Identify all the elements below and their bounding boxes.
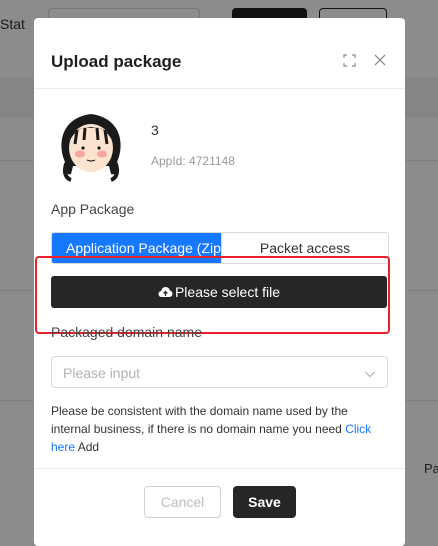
upload-package-modal: Upload package 3 AppId: 4721148 App Pack…	[34, 18, 405, 546]
app-id-value: 4721148	[189, 154, 235, 168]
help-text-body: Please be consistent with the domain nam…	[51, 404, 348, 436]
save-button[interactable]: Save	[233, 486, 296, 518]
help-text-suffix: Add	[77, 440, 100, 454]
header-divider	[34, 88, 405, 89]
select-file-label: Please select file	[174, 284, 281, 300]
footer-divider	[34, 468, 405, 469]
close-icon[interactable]	[372, 52, 388, 68]
cloud-upload-icon	[158, 286, 173, 298]
app-package-label: App Package	[51, 201, 135, 217]
domain-name-label: Packaged domain name	[51, 324, 202, 340]
cancel-button[interactable]: Cancel	[144, 486, 221, 518]
chevron-down-icon	[364, 367, 376, 379]
modal-title: Upload package	[51, 52, 182, 71]
app-avatar	[51, 104, 131, 184]
domain-help-text: Please be consistent with the domain nam…	[51, 402, 381, 456]
domain-select-placeholder: Please input	[63, 365, 141, 381]
domain-name-select[interactable]: Please input	[51, 356, 388, 388]
cartoon-girl-avatar-icon	[51, 104, 131, 184]
select-file-button[interactable]: Please select file	[51, 276, 387, 308]
app-name: 3	[151, 122, 159, 138]
expand-icon[interactable]	[341, 52, 357, 68]
app-id-label: AppId:	[151, 154, 186, 168]
app-id: AppId: 4721148	[151, 154, 235, 168]
